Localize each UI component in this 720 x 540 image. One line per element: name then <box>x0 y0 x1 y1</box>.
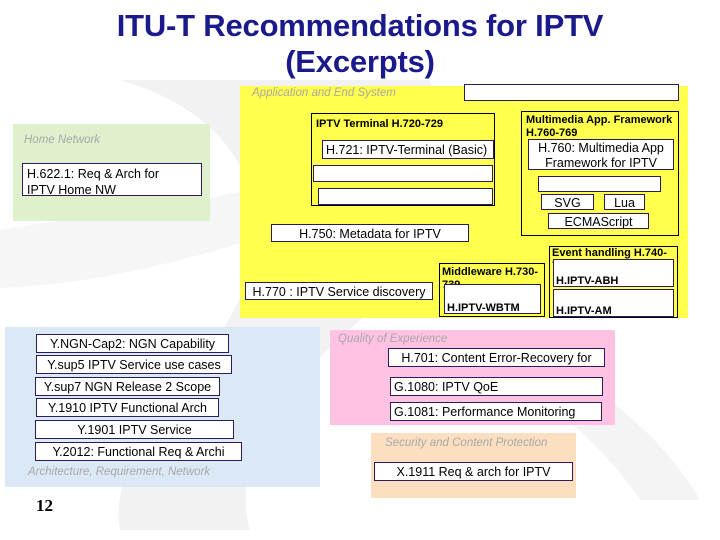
box-wbtm-prefix: H.IPTV-WBTM <box>447 302 520 314</box>
box-h-760-multimedia-app-framework[interactable]: H.760: Multimedia App Framework for IPTV <box>528 139 674 170</box>
box-h-721-iptv-terminal-basic[interactable]: H.721: IPTV-Terminal (Basic) <box>322 140 494 159</box>
page-number: 12 <box>36 496 53 515</box>
box-y-2012[interactable]: Y.2012: Functional Req & Archi NGN <box>35 442 242 461</box>
panel-label-architecture: Architecture, Requirement, Network <box>28 466 211 478</box>
box-y-sup7[interactable]: Y.sup7 NGN Release 2 Scope <box>35 377 220 396</box>
box-h-iptv-tdes-3-embedded-pc[interactable]: H.IPTV-TDES.3: Embedded PC <box>313 165 493 182</box>
box-y-1901[interactable]: Y.1901 IPTV Service Requirements <box>35 420 234 439</box>
box-h-iptv-wbtm[interactable]: H.IPTV-WBTM Web-based MW <box>444 284 541 314</box>
box-g-1080-iptv-qoe[interactable]: G.1080: IPTV QoE <box>390 377 603 396</box>
panel-label-qoe: Quality of Experience <box>338 333 448 345</box>
group-title-iptv-terminal: IPTV Terminal H.720-729 <box>316 118 443 130</box>
box-h-iptv-tdes-4-mobile[interactable]: H.IPTV-TDES.4: Mobile <box>318 188 493 205</box>
slide-canvas: ITU-T Recommendations for IPTV (Excerpts… <box>0 0 720 540</box>
box-y-ngn-cap2[interactable]: Y.NGN-Cap2: NGN Capability Set 2 <box>36 334 229 353</box>
slide-title: ITU-T Recommendations for IPTV (Excerpts… <box>116 8 604 79</box>
box-h-iptv-abh[interactable]: H.IPTV-ABH AP Event handling <box>553 259 674 287</box>
box-am-prefix: H.IPTV-AM <box>556 305 612 317</box>
box-svg[interactable]: SVG <box>541 194 594 210</box>
box-h-750-metadata[interactable]: H.750: Metadata for IPTV Services <box>271 224 469 242</box>
box-h-770-service-discovery[interactable]: H.770 : IPTV Service discovery <box>245 282 433 300</box>
box-x-1911-iptv-security[interactable]: X.1911 Req & arch for IPTV security <box>374 462 573 481</box>
box-html-css-dom[interactable]: HTML, CSS,DOM <box>538 176 661 192</box>
box-h-622-1-home-nw[interactable]: H.622.1: Req & Arch for IPTV Home NW <box>22 163 202 196</box>
box-ecmascript[interactable]: ECMAScript <box>548 213 649 229</box>
box-lua[interactable]: Lua <box>604 194 645 210</box>
box-y-1910[interactable]: Y.1910 IPTV Functional Arch <box>36 398 219 417</box>
group-title-multimedia-app-framework: Multimedia App. Framework H.760-769 <box>526 114 673 139</box>
panel-label-home-network: Home Network <box>24 134 101 146</box>
box-y-sup5[interactable]: Y.sup5 IPTV Service use cases <box>36 355 232 374</box>
box-h-701-content-error-recovery[interactable]: H.701: Content Error-Recovery for IPTV <box>388 348 605 367</box>
box-g-1081-performance-monitoring[interactable]: G.1081: Performance Monitoring <box>390 402 602 421</box>
panel-label-security: Security and Content Protection <box>385 437 548 449</box>
panel-label-application: Application and End System <box>252 87 396 99</box>
box-h-iptv-procomp[interactable]: H.IPTV-ProComp: Profiles and Compliance <box>464 84 679 101</box>
box-h-iptv-am[interactable]: H.IPTV-AM Audience Measurement <box>553 289 674 317</box>
box-abh-prefix: H.IPTV-ABH <box>556 275 619 287</box>
